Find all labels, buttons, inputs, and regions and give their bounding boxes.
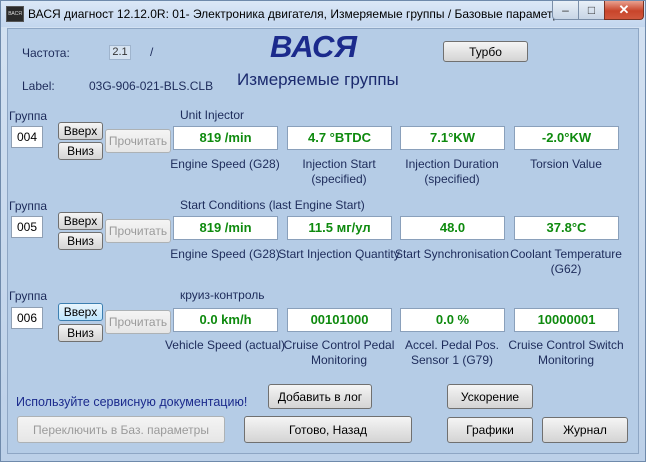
- value-field: 10000001: [514, 308, 619, 332]
- label-caption: Label:: [22, 79, 55, 93]
- value-field: 11.5 мг/ул: [287, 216, 392, 240]
- window-title: ВАСЯ диагност 12.12.0R: 01- Электроника …: [28, 7, 568, 21]
- value-name: Engine Speed (G28): [170, 247, 280, 261]
- graphs-button[interactable]: Графики: [447, 417, 533, 443]
- group-caption: Группа: [9, 289, 48, 303]
- journal-button[interactable]: Журнал: [542, 417, 628, 443]
- group-down-button[interactable]: Вниз: [58, 142, 103, 160]
- value-field: 4.7 °BTDC: [287, 126, 392, 150]
- maximize-button[interactable]: □: [578, 1, 605, 20]
- frequency-label: Частота:: [22, 46, 70, 60]
- group-up-button[interactable]: Вверх: [58, 303, 103, 321]
- group-down-button[interactable]: Вниз: [58, 232, 103, 250]
- read-button[interactable]: Прочитать: [105, 310, 171, 334]
- minimize-button[interactable]: –: [552, 1, 579, 20]
- app-logo-icon: ВАСЯ: [6, 6, 24, 22]
- read-button[interactable]: Прочитать: [105, 219, 171, 243]
- value-name: Start Injection Quantity: [278, 247, 400, 261]
- acceleration-button[interactable]: Ускорение: [447, 384, 533, 409]
- turbo-button[interactable]: Турбо: [443, 41, 528, 62]
- page-subtitle: Измеряемые группы: [237, 70, 399, 89]
- value-field: 0.0 %: [400, 308, 505, 332]
- switch-basic-settings-button[interactable]: Переключить в Баз. параметры: [17, 416, 225, 443]
- title-bar[interactable]: ВАСЯ ВАСЯ диагност 12.12.0R: 01- Электро…: [1, 1, 645, 27]
- group-up-button[interactable]: Вверх: [58, 122, 103, 140]
- client-area: Частота: 2.1 / ВАСЯ Турбо Label: 03G-906…: [7, 28, 639, 454]
- value-field: 819 /min: [173, 216, 278, 240]
- close-button[interactable]: ✕: [604, 1, 644, 20]
- frequency-value: 2.1: [109, 45, 131, 60]
- value-field: 7.1°KW: [400, 126, 505, 150]
- value-name: Engine Speed (G28): [170, 157, 280, 171]
- add-to-log-button[interactable]: Добавить в лог: [268, 384, 372, 409]
- done-back-button[interactable]: Готово, Назад: [244, 416, 412, 443]
- group-title: Unit Injector: [180, 108, 245, 122]
- value-name: Torsion Value: [530, 157, 602, 171]
- frequency-separator: /: [150, 45, 154, 59]
- group-down-button[interactable]: Вниз: [58, 324, 103, 342]
- value-name: Vehicle Speed (actual): [164, 338, 286, 352]
- value-field: 0.0 km/h: [173, 308, 278, 332]
- group-title: Start Conditions (last Engine Start): [180, 198, 365, 212]
- value-name: Injection Start (specified): [302, 157, 376, 186]
- read-button[interactable]: Прочитать: [105, 129, 171, 153]
- value-name: Start Synchronisation: [394, 247, 510, 261]
- group-number-input[interactable]: 004: [11, 126, 43, 148]
- value-name: Accel. Pedal Pos. Sensor 1 (G79): [404, 338, 500, 367]
- main-window: ВАСЯ ВАСЯ диагност 12.12.0R: 01- Электро…: [0, 0, 646, 462]
- value-name: Cruise Control Pedal Monitoring: [283, 338, 395, 367]
- group-number-input[interactable]: 005: [11, 216, 43, 238]
- value-name: Coolant Temperature (G62): [510, 247, 622, 276]
- service-doc-note: Используйте сервисную документацию!: [16, 395, 248, 409]
- value-field: 00101000: [287, 308, 392, 332]
- group-caption: Группа: [9, 199, 48, 213]
- value-field: 819 /min: [173, 126, 278, 150]
- value-field: 37.8°C: [514, 216, 619, 240]
- group-title: круиз-контроль: [180, 288, 265, 302]
- value-name: Cruise Control Switch Monitoring: [508, 338, 624, 367]
- group-number-input[interactable]: 006: [11, 307, 43, 329]
- group-up-button[interactable]: Вверх: [58, 212, 103, 230]
- value-field: -2.0°KW: [514, 126, 619, 150]
- label-file: 03G-906-021-BLS.CLB: [89, 79, 214, 93]
- value-field: 48.0: [400, 216, 505, 240]
- group-caption: Группа: [9, 109, 48, 123]
- brand-title: ВАСЯ: [270, 29, 358, 64]
- value-name: Injection Duration (specified): [405, 157, 499, 186]
